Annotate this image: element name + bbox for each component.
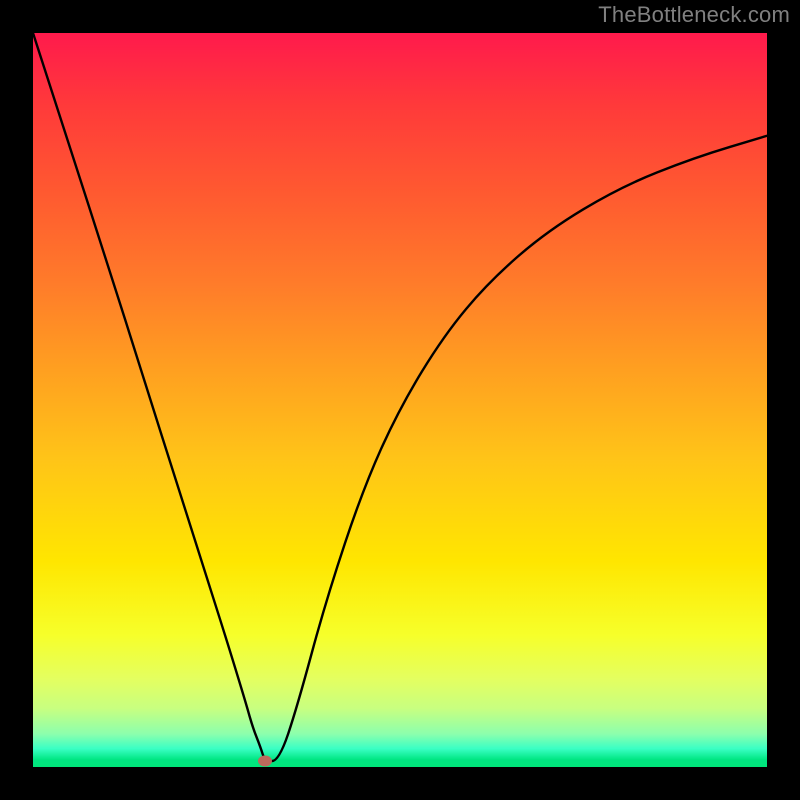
attribution-watermark: TheBottleneck.com bbox=[598, 2, 790, 28]
chart-stage: TheBottleneck.com bbox=[0, 0, 800, 800]
optimal-marker-icon bbox=[258, 756, 272, 767]
curve-layer bbox=[33, 33, 767, 767]
plot-area bbox=[33, 33, 767, 767]
bottleneck-curve bbox=[33, 33, 767, 761]
